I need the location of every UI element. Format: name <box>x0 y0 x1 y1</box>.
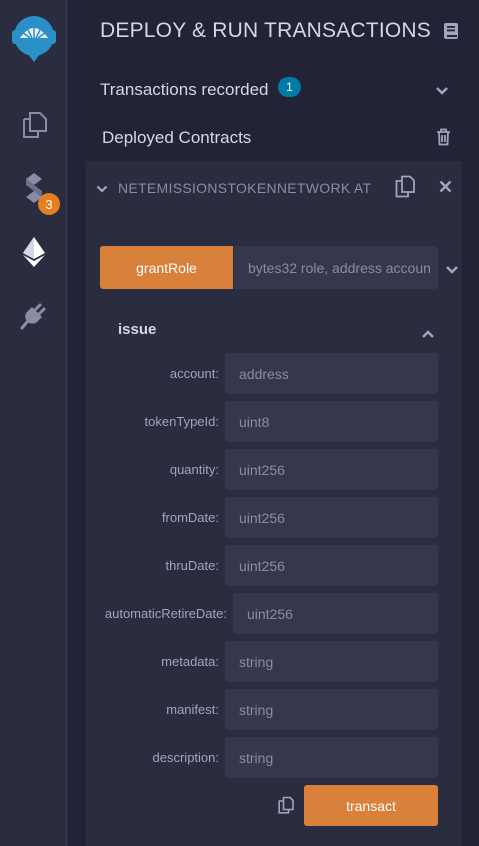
account-label: account: <box>169 366 219 381</box>
automatic-retire-date-label: automaticRetireDate: <box>104 606 227 621</box>
chevron-up-icon[interactable] <box>421 326 435 344</box>
metadata-label: metadata: <box>161 654 219 669</box>
manifest-input[interactable] <box>225 689 438 730</box>
grant-role-button[interactable]: grantRole <box>100 246 233 289</box>
from-date-label: fromDate: <box>161 510 219 525</box>
quantity-input[interactable] <box>225 449 438 490</box>
chevron-down-icon[interactable] <box>96 181 108 199</box>
chevron-down-icon[interactable] <box>445 262 459 280</box>
metadata-input[interactable] <box>225 641 438 682</box>
token-type-id-label: tokenTypeId: <box>144 414 219 429</box>
grant-role-input[interactable] <box>234 246 438 289</box>
deployed-contracts-label: Deployed Contracts <box>102 128 252 147</box>
trash-icon[interactable] <box>436 128 451 151</box>
deploy-run-panel: DEPLOY & RUN TRANSACTIONS Transactions r… <box>68 0 479 846</box>
automatic-retire-date-input[interactable] <box>233 593 438 634</box>
manifest-label: manifest: <box>166 702 219 717</box>
transactions-count-badge: 1 <box>278 77 301 97</box>
compiler-badge: 3 <box>38 193 60 215</box>
chevron-down-icon[interactable] <box>435 83 449 101</box>
thru-date-input[interactable] <box>225 545 438 586</box>
issue-function-title: issue <box>118 321 157 338</box>
plugin-manager-icon[interactable] <box>0 300 67 332</box>
panel-title: DEPLOY & RUN TRANSACTIONS <box>100 19 431 42</box>
description-input[interactable] <box>225 737 438 778</box>
transact-button[interactable]: transact <box>304 785 438 826</box>
thru-date-label: thruDate: <box>165 558 219 573</box>
remix-logo-icon[interactable] <box>0 10 67 66</box>
account-input[interactable] <box>225 353 438 394</box>
close-icon[interactable] <box>439 180 452 198</box>
description-label: description: <box>152 750 219 765</box>
icon-sidebar: 3 <box>0 0 67 846</box>
contract-name: NETEMISSIONSTOKENNETWORK AT <box>118 180 372 196</box>
quantity-label: quantity: <box>169 462 219 477</box>
deploy-run-icon[interactable] <box>0 235 67 269</box>
copy-icon[interactable] <box>395 175 415 203</box>
token-type-id-input[interactable] <box>225 401 438 442</box>
transactions-recorded-label[interactable]: Transactions recorded <box>100 80 269 100</box>
documentation-icon[interactable] <box>443 22 459 45</box>
copy-calldata-icon[interactable] <box>278 796 294 819</box>
file-explorer-icon[interactable] <box>0 108 67 140</box>
from-date-input[interactable] <box>225 497 438 538</box>
